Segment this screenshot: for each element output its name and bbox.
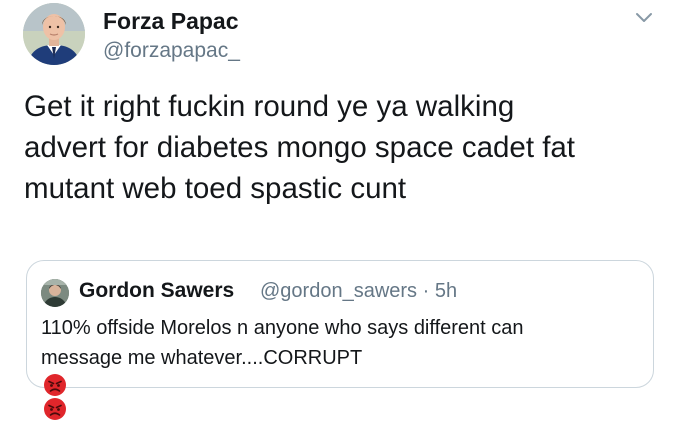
angry-face-icon bbox=[43, 373, 67, 397]
tweet-text: Get it right fuckin round ye ya walking … bbox=[24, 86, 664, 209]
tweet-text-line: advert for diabetes mongo space cadet fa… bbox=[24, 131, 576, 164]
quoted-text-line: message me whatever....CORRUPT bbox=[41, 347, 363, 369]
chevron-down-icon[interactable] bbox=[632, 6, 656, 30]
quoted-author-avatar[interactable] bbox=[41, 279, 69, 307]
quoted-tweet[interactable]: Gordon Sawers @gordon_sawers · 5h 110% o… bbox=[26, 260, 654, 420]
author-name[interactable]: Forza Papac bbox=[103, 8, 239, 35]
author-handle[interactable]: @forzapapac_ bbox=[103, 39, 240, 63]
author-avatar[interactable] bbox=[23, 3, 85, 65]
quoted-author-handle-time[interactable]: @gordon_sawers · 5h bbox=[260, 280, 457, 303]
quoted-author-name[interactable]: Gordon Sawers bbox=[79, 279, 234, 303]
angry-face-icon bbox=[43, 397, 67, 421]
quoted-text-line-with-emoji: message me whatever....CORRUPT bbox=[41, 343, 641, 421]
quoted-tweet-text: 110% offside Morelos n anyone who says d… bbox=[41, 313, 641, 421]
tweet-text-line: mutant web toed spastic cunt bbox=[24, 172, 407, 205]
tweet-card: Forza Papac @forzapapac_ Get it right fu… bbox=[0, 0, 680, 420]
tweet-text-line: Get it right fuckin round ye ya walking bbox=[24, 90, 515, 123]
quoted-text-line: 110% offside Morelos n anyone who says d… bbox=[41, 317, 524, 339]
